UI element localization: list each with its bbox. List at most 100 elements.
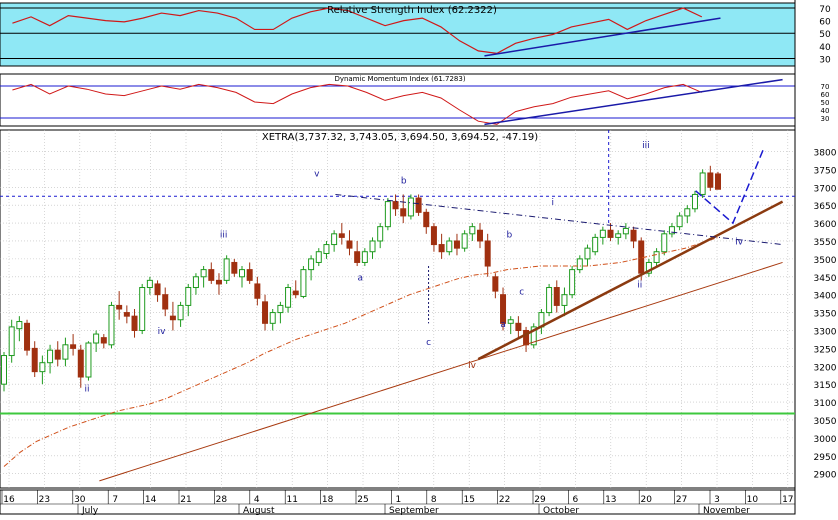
price-tick-label: 3550 [814, 238, 837, 248]
x-tick-label: 30 [74, 495, 86, 505]
price-tick-label: 3100 [814, 399, 837, 409]
dmi-tick-label: 30 [821, 115, 830, 123]
wave-label: iv [468, 361, 477, 371]
candle-body [140, 288, 145, 331]
candle-body [362, 252, 367, 263]
technical-chart: 7060504030706050403038003750370036503600… [0, 0, 838, 516]
candle-body [547, 288, 552, 313]
wave-label: a [500, 320, 506, 330]
candle-body [86, 343, 91, 377]
candle-body [255, 284, 260, 298]
candle-body [186, 288, 191, 306]
wave-label: v [314, 170, 320, 180]
rsi-tick-label: 50 [819, 30, 831, 40]
candle-body [685, 209, 690, 216]
candle-body [216, 280, 221, 284]
candle-body [577, 259, 582, 270]
candle-body [263, 302, 268, 323]
candle-body [593, 237, 598, 251]
candle-body [293, 291, 298, 295]
x-tick-label: 27 [676, 495, 687, 505]
x-tick-label: 11 [286, 495, 297, 505]
candle-body [608, 230, 613, 237]
rsi-tick-label: 60 [819, 18, 831, 28]
candle-body [163, 295, 168, 309]
x-tick-label: 14 [145, 495, 157, 505]
price-tick-label: 3600 [814, 220, 837, 230]
x-tick-label: 29 [534, 495, 546, 505]
x-tick-label: 4 [254, 495, 260, 505]
x-tick-label: 16 [3, 495, 15, 505]
candle-body [508, 320, 513, 324]
candle-body [270, 313, 275, 324]
candle-body [370, 241, 375, 252]
price-tick-label: 3450 [814, 274, 837, 284]
rsi-title: Relative Strength Index (62.2322) [327, 5, 497, 16]
candle-body [662, 234, 667, 252]
candle-body [585, 248, 590, 259]
candle-body [155, 284, 160, 295]
candle-body [562, 295, 567, 306]
price-tick-label: 3700 [814, 184, 837, 194]
x-tick-label: 8 [431, 495, 437, 505]
price-tick-label: 3250 [814, 345, 837, 355]
wave-label: c [426, 338, 431, 348]
candle-body [654, 252, 659, 263]
candle-body [224, 259, 229, 280]
price-tick-label: 3750 [814, 166, 837, 176]
x-tick-label: 20 [640, 495, 652, 505]
dmi-title: Dynamic Momentum Index (61.7283) [334, 75, 465, 83]
candle-body [454, 241, 459, 248]
x-tick-label: 17 [782, 495, 793, 505]
candle-body [301, 270, 306, 297]
month-label: October [543, 506, 579, 516]
x-tick-label: 23 [39, 495, 50, 505]
candle-body [78, 350, 83, 377]
month-label: November [703, 506, 750, 516]
candle-body [623, 228, 628, 233]
candle-body [378, 227, 383, 241]
rsi-tick-label: 40 [819, 43, 831, 53]
x-tick-label: 3 [714, 495, 720, 505]
candle-body [101, 338, 106, 343]
candle-body [278, 305, 283, 312]
candle-body [117, 305, 122, 309]
candle-body [600, 230, 605, 237]
candle-body [55, 350, 60, 359]
candle-body [447, 241, 452, 252]
candle-body [355, 252, 360, 263]
candle-body [416, 198, 421, 212]
candle-body [240, 270, 245, 277]
candle-body [408, 198, 413, 216]
x-tick-label: 13 [605, 495, 616, 505]
candle-body [309, 259, 314, 270]
candle-body [485, 241, 490, 266]
price-tick-label: 3650 [814, 202, 837, 212]
candle-body [677, 216, 682, 227]
wave-label: c [519, 288, 524, 298]
candle-body [71, 345, 76, 349]
x-tick-label: 1 [396, 495, 402, 505]
wave-label: a [357, 273, 363, 283]
wave-label: i [552, 198, 555, 208]
wave-label: b [506, 230, 512, 240]
candle-body [17, 322, 22, 329]
price-tick-label: 3300 [814, 327, 837, 337]
rsi-tick-label: 30 [819, 55, 831, 65]
candle-body [32, 348, 37, 371]
candle-body [700, 173, 705, 194]
x-tick-label: 15 [463, 495, 474, 505]
candle-body [193, 277, 198, 288]
price-tick-label: 3800 [814, 148, 837, 158]
candle-body [109, 305, 114, 344]
candle-body [332, 234, 337, 245]
candle-body [616, 234, 621, 238]
candle-body [439, 245, 444, 252]
wave-label: iii [642, 141, 650, 151]
price-tick-label: 3500 [814, 256, 837, 266]
candle-body [401, 209, 406, 216]
candle-body [232, 262, 237, 273]
x-tick-label: 10 [747, 495, 759, 505]
dmi-tick-label: 50 [821, 99, 830, 107]
candle-body [324, 245, 329, 254]
